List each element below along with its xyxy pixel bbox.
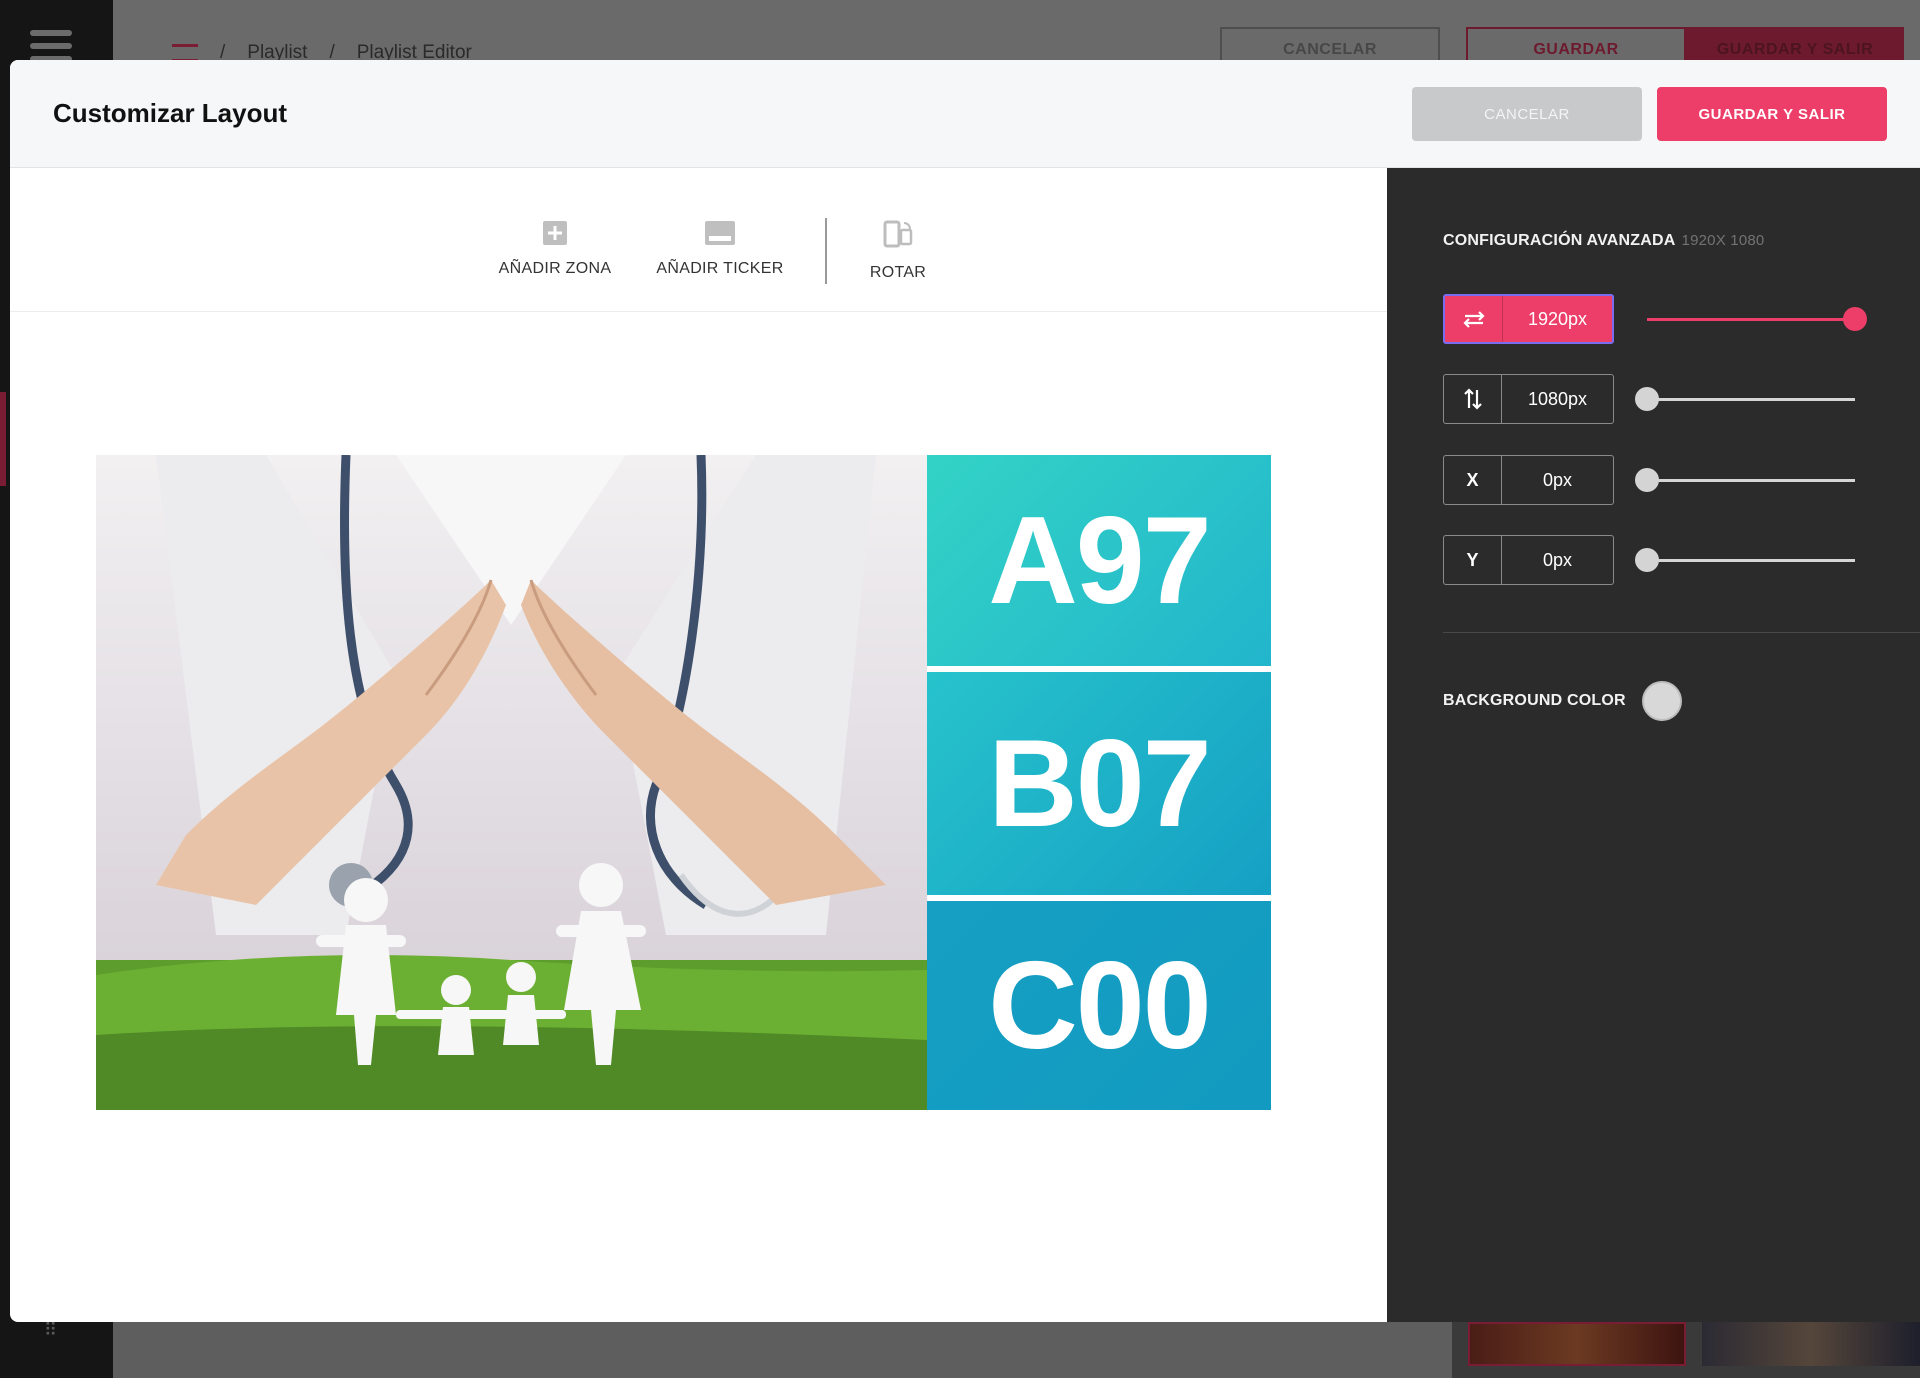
horizontal-arrows-icon — [1445, 296, 1503, 342]
panel-divider — [1443, 632, 1920, 633]
resolution-label: 1920X 1080 — [1681, 232, 1765, 249]
y-label: Y — [1444, 536, 1502, 584]
background-color-swatch[interactable] — [1642, 681, 1682, 721]
add-square-icon — [543, 221, 567, 245]
y-value[interactable]: 0px — [1502, 536, 1613, 584]
width-value[interactable]: 1920px — [1503, 296, 1612, 342]
advanced-settings-panel: CONFIGURACIÓN AVANZADA 1920X 1080 1920px … — [1387, 168, 1920, 1322]
bg-thumbnail — [1702, 1322, 1920, 1366]
add-zone-button[interactable]: AÑADIR ZONA — [488, 220, 622, 278]
modal-header: Customizar Layout CANCELAR GUARDAR Y SAL… — [10, 60, 1920, 168]
layout-canvas[interactable]: A97 B07 C00 — [96, 455, 1271, 1110]
rotate-label: ROTAR — [869, 264, 927, 281]
ticker-icon — [705, 221, 735, 245]
rotate-device-icon — [883, 220, 913, 248]
toolbar-divider — [825, 218, 827, 284]
x-value[interactable]: 0px — [1502, 456, 1613, 504]
bg-thumbnail — [1468, 1322, 1686, 1366]
image-zone[interactable] — [96, 455, 927, 1110]
layout-toolbar: AÑADIR ZONA AÑADIR TICKER ROTAR — [10, 168, 1387, 312]
width-slider-handle[interactable] — [1843, 307, 1867, 331]
save-exit-button[interactable]: GUARDAR Y SALIR — [1657, 87, 1887, 141]
height-value[interactable]: 1080px — [1502, 375, 1613, 423]
add-ticker-label: AÑADIR TICKER — [656, 260, 784, 277]
x-slider[interactable] — [1635, 468, 1855, 492]
background-color-label: BACKGROUND COLOR — [1443, 692, 1626, 709]
sidebar-active-indicator — [0, 392, 6, 486]
width-slider-fill — [1647, 318, 1855, 321]
grid-dots-icon: ⠿ — [44, 1320, 60, 1340]
vertical-arrows-icon — [1444, 375, 1502, 423]
x-slider-handle[interactable] — [1635, 468, 1659, 492]
advanced-config-heading: CONFIGURACIÓN AVANZADA 1920X 1080 — [1443, 232, 1764, 250]
x-field[interactable]: X 0px — [1443, 455, 1614, 505]
add-zone-label: AÑADIR ZONA — [498, 260, 612, 277]
height-field[interactable]: 1080px — [1443, 374, 1614, 424]
zone-c00[interactable]: C00 — [927, 901, 1271, 1110]
add-ticker-button[interactable]: AÑADIR TICKER — [650, 220, 790, 278]
height-slider-handle[interactable] — [1635, 387, 1659, 411]
doctor-family-image — [96, 455, 927, 1110]
cancel-button[interactable]: CANCELAR — [1412, 87, 1642, 141]
width-field[interactable]: 1920px — [1443, 294, 1614, 344]
customize-layout-modal: Customizar Layout CANCELAR GUARDAR Y SAL… — [10, 60, 1920, 1322]
zone-a97[interactable]: A97 — [927, 455, 1271, 666]
height-slider[interactable] — [1635, 387, 1855, 411]
advanced-config-label: CONFIGURACIÓN AVANZADA — [1443, 232, 1676, 249]
rotate-button[interactable]: ROTAR — [853, 220, 943, 282]
y-slider-handle[interactable] — [1635, 548, 1659, 572]
zone-b07[interactable]: B07 — [927, 672, 1271, 895]
modal-title: Customizar Layout — [53, 98, 288, 128]
y-slider[interactable] — [1635, 548, 1855, 572]
width-slider[interactable] — [1647, 307, 1867, 331]
y-field[interactable]: Y 0px — [1443, 535, 1614, 585]
x-label: X — [1444, 456, 1502, 504]
ticket-zones: A97 B07 C00 — [927, 455, 1271, 1110]
